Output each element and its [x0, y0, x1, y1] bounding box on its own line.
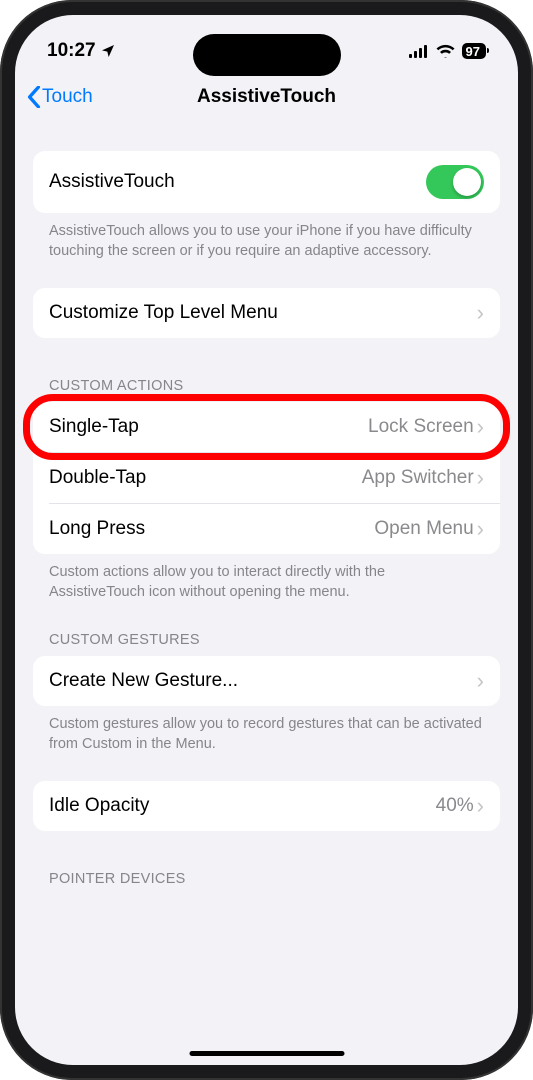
double-tap-row[interactable]: Double-Tap App Switcher › [33, 453, 500, 503]
create-gesture-label: Create New Gesture... [49, 670, 238, 692]
assistivetouch-toggle-row[interactable]: AssistiveTouch [33, 151, 500, 213]
double-tap-value: App Switcher [362, 467, 474, 489]
long-press-row[interactable]: Long Press Open Menu › [33, 504, 500, 554]
long-press-value: Open Menu [374, 518, 473, 540]
customize-label: Customize Top Level Menu [49, 302, 278, 324]
idle-opacity-row[interactable]: Idle Opacity 40% › [33, 781, 500, 831]
battery-icon: 97 [462, 43, 486, 59]
single-tap-value: Lock Screen [368, 416, 474, 438]
home-indicator[interactable] [189, 1051, 344, 1056]
chevron-right-icon: › [477, 518, 484, 540]
assistivetouch-footer: AssistiveTouch allows you to use your iP… [33, 213, 500, 262]
double-tap-label: Double-Tap [49, 467, 146, 489]
custom-gestures-header: CUSTOM GESTURES [33, 632, 500, 656]
custom-actions-footer: Custom actions allow you to interact dir… [33, 554, 500, 603]
assistivetouch-label: AssistiveTouch [49, 171, 175, 193]
back-label: Touch [42, 86, 93, 108]
custom-gestures-footer: Custom gestures allow you to record gest… [33, 706, 500, 755]
status-time: 10:27 [47, 40, 96, 62]
chevron-right-icon: › [477, 795, 484, 817]
cellular-icon [409, 45, 429, 58]
toggle-switch-on[interactable] [426, 165, 484, 199]
pointer-devices-header: POINTER DEVICES [33, 871, 500, 895]
custom-actions-header: CUSTOM ACTIONS [33, 378, 500, 402]
idle-opacity-label: Idle Opacity [49, 795, 149, 817]
navigation-bar: Touch AssistiveTouch [15, 73, 518, 121]
single-tap-label: Single-Tap [49, 416, 139, 438]
chevron-right-icon: › [477, 302, 484, 324]
phone-frame: 10:27 97 Touch AssistiveTouch [0, 0, 533, 1080]
wifi-icon [436, 44, 455, 58]
single-tap-row[interactable]: Single-Tap Lock Screen › [33, 402, 500, 452]
status-right: 97 [409, 43, 486, 59]
chevron-right-icon: › [477, 416, 484, 438]
idle-opacity-value: 40% [436, 795, 474, 817]
chevron-right-icon: › [477, 670, 484, 692]
long-press-label: Long Press [49, 518, 145, 540]
content-area: AssistiveTouch AssistiveTouch allows you… [15, 151, 518, 895]
screen: 10:27 97 Touch AssistiveTouch [15, 15, 518, 1065]
dynamic-island [193, 34, 341, 76]
customize-top-level-menu-row[interactable]: Customize Top Level Menu › [33, 288, 500, 338]
create-new-gesture-row[interactable]: Create New Gesture... › [33, 656, 500, 706]
status-left: 10:27 [47, 40, 116, 62]
chevron-left-icon [27, 86, 41, 108]
chevron-right-icon: › [477, 467, 484, 489]
location-icon [100, 43, 116, 59]
back-button[interactable]: Touch [27, 86, 93, 108]
